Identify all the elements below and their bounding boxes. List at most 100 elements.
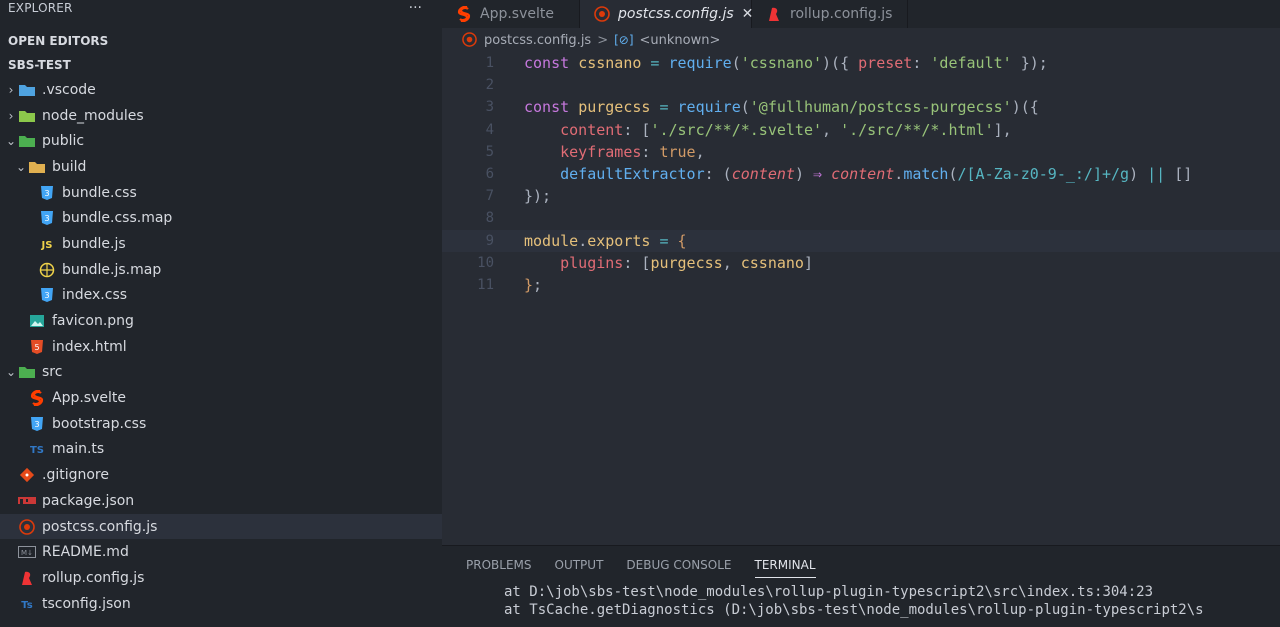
- tree-item-label: tsconfig.json: [42, 595, 131, 612]
- line-number: 8: [485, 210, 494, 227]
- more-actions-icon[interactable]: ···: [409, 1, 422, 15]
- tab-rollup-config-js[interactable]: rollup.config.js: [752, 0, 908, 28]
- svg-text:3: 3: [44, 291, 49, 300]
- tree-item-readme-md[interactable]: M↓ README.md: [0, 539, 442, 565]
- panel-tab-debug-console[interactable]: DEBUG CONSOLE: [626, 546, 731, 584]
- postcss-icon: [594, 6, 610, 22]
- terminal-output[interactable]: at D:\job\sbs-test\node_modules\rollup-p…: [442, 584, 1280, 620]
- line-text: keyframes: true,: [560, 142, 705, 161]
- tree-item-gitignore[interactable]: .gitignore: [0, 462, 442, 488]
- line-number: 4: [485, 121, 494, 138]
- tree-item-label: bundle.js.map: [62, 261, 162, 278]
- tree-item-bootstrap-css[interactable]: 3 bootstrap.css: [0, 411, 442, 437]
- line-text: module.exports = {: [524, 231, 687, 250]
- line-number: 1: [485, 55, 494, 72]
- tree-item-label: public: [42, 133, 85, 150]
- code-line[interactable]: 3 const purgecss = require('@fullhuman/po…: [442, 96, 1280, 118]
- tree-item-index-html[interactable]: 5 index.html: [0, 334, 442, 360]
- postcss-icon: [18, 518, 36, 535]
- tree-item-public[interactable]: ⌄ public: [0, 128, 442, 154]
- tree-item-src[interactable]: ⌄ src: [0, 360, 442, 386]
- chevron-right-icon[interactable]: ›: [4, 83, 18, 97]
- public-folder-icon: [18, 133, 36, 149]
- tree-item-label: bootstrap.css: [52, 415, 147, 432]
- tree-item-build[interactable]: ⌄ build: [0, 154, 442, 180]
- line-number: 6: [485, 166, 494, 183]
- tree-item-main-ts[interactable]: TS main.ts: [0, 437, 442, 463]
- code-line[interactable]: 7});: [442, 185, 1280, 207]
- code-line[interactable]: 9 module.exports = {: [442, 229, 1280, 252]
- line-text: plugins: [purgecss, cssnano]: [560, 253, 813, 272]
- chevron-down-icon[interactable]: ⌄: [14, 160, 28, 174]
- panel-tab-problems[interactable]: PROBLEMS: [466, 546, 532, 584]
- code-line[interactable]: 4 content: ['./src/**/*.svelte', './src/…: [442, 119, 1280, 141]
- src-folder-icon: [18, 364, 36, 380]
- tree-item-node-modules[interactable]: › node_modules: [0, 103, 442, 129]
- project-section[interactable]: SBS-TEST: [0, 53, 442, 77]
- code-lines[interactable]: 1 const cssnano = require('cssnano')({ pr…: [442, 52, 1280, 296]
- tree-item-label: index.html: [52, 338, 127, 355]
- panel-tab-terminal[interactable]: TERMINAL: [754, 546, 816, 584]
- panel-tab-output[interactable]: OUTPUT: [555, 546, 604, 584]
- svelte-icon: [456, 6, 472, 22]
- tree-item-bundle-js-map[interactable]: bundle.js.map: [0, 257, 442, 283]
- code-line[interactable]: 10 plugins: [purgecss, cssnano]: [442, 252, 1280, 274]
- code-line[interactable]: 2: [442, 74, 1280, 96]
- line-text: defaultExtractor: (content) ⇒ content.ma…: [560, 165, 1193, 184]
- chevron-right-icon[interactable]: ›: [4, 109, 18, 123]
- svg-text:5: 5: [34, 343, 39, 352]
- symbol-icon: [⊘]: [614, 33, 634, 47]
- tree-item-index-css[interactable]: 3 index.css: [0, 283, 442, 309]
- css-icon: 3: [38, 185, 56, 201]
- tree-item-bundle-css-map[interactable]: 3 bundle.css.map: [0, 205, 442, 231]
- tree-item-package-json[interactable]: package.json: [0, 488, 442, 514]
- tree-item-app-svelte[interactable]: App.svelte: [0, 385, 442, 411]
- tree-item-label: package.json: [42, 492, 135, 509]
- tree-item-bundle-css[interactable]: 3 bundle.css: [0, 180, 442, 206]
- tree-item-label: src: [42, 364, 63, 381]
- tab-postcss-config-js[interactable]: postcss.config.js ✕: [580, 0, 753, 28]
- panel-tabs: PROBLEMS OUTPUT DEBUG CONSOLE TERMINAL: [442, 546, 1280, 584]
- svg-text:3: 3: [44, 189, 49, 198]
- image-icon: [28, 313, 46, 329]
- git-icon: [18, 467, 36, 483]
- bottom-panel: PROBLEMS OUTPUT DEBUG CONSOLE TERMINAL at D…: [442, 545, 1280, 627]
- tree-item-rollup-config-js[interactable]: rollup.config.js: [0, 565, 442, 591]
- explorer-header: EXPLORER ···: [0, 0, 442, 16]
- code-line[interactable]: 11};: [442, 274, 1280, 296]
- svg-text:Ts: Ts: [21, 600, 32, 611]
- breadcrumb-symbol[interactable]: <unknown>: [640, 33, 721, 48]
- tab-label: App.svelte: [480, 6, 554, 22]
- line-number: 9: [485, 232, 494, 249]
- tree-item-label: postcss.config.js: [42, 518, 158, 535]
- tree-item-vscode[interactable]: › .vscode: [0, 77, 442, 103]
- code-line[interactable]: 1 const cssnano = require('cssnano')({ pr…: [442, 52, 1280, 74]
- tree-item-bundle-js[interactable]: JS bundle.js: [0, 231, 442, 257]
- tab-app-svelte[interactable]: App.svelte: [442, 0, 580, 28]
- svg-text:3: 3: [44, 214, 49, 223]
- tree-item-label: main.ts: [52, 441, 105, 458]
- tree-item-label: App.svelte: [52, 390, 126, 407]
- tree-item-favicon-png[interactable]: favicon.png: [0, 308, 442, 334]
- tree-item-label: bundle.js: [62, 235, 126, 252]
- line-text: const cssnano = require('cssnano')({ pre…: [524, 54, 1048, 73]
- tree-item-postcss-config-js[interactable]: postcss.config.js: [0, 513, 442, 540]
- tree-item-tsconfig-json[interactable]: Ts tsconfig.json: [0, 591, 442, 617]
- chevron-down-icon[interactable]: ⌄: [4, 365, 18, 379]
- terminal-line: at TsCache.getDiagnostics (D:\job\sbs-te…: [504, 602, 1204, 618]
- code-line[interactable]: 6 defaultExtractor: (content) ⇒ content.…: [442, 163, 1280, 185]
- tree-item-label: bundle.css.map: [62, 210, 173, 227]
- breadcrumb-file[interactable]: postcss.config.js: [484, 33, 591, 48]
- code-line[interactable]: 8: [442, 207, 1280, 229]
- css-icon: 3: [38, 287, 56, 303]
- tree-item-label: .vscode: [42, 81, 96, 98]
- js-map-icon: [38, 262, 56, 278]
- svg-text:JS: JS: [41, 240, 53, 251]
- explorer-title: EXPLORER: [8, 1, 73, 15]
- code-editor[interactable]: postcss.config.js > [⊘] <unknown> 1 const…: [442, 28, 1280, 545]
- code-line[interactable]: 5 keyframes: true,: [442, 141, 1280, 163]
- open-editors-section[interactable]: OPEN EDITORS: [0, 29, 442, 53]
- svg-text:3: 3: [34, 420, 39, 429]
- breadcrumb-separator: >: [597, 32, 609, 48]
- chevron-down-icon[interactable]: ⌄: [4, 134, 18, 148]
